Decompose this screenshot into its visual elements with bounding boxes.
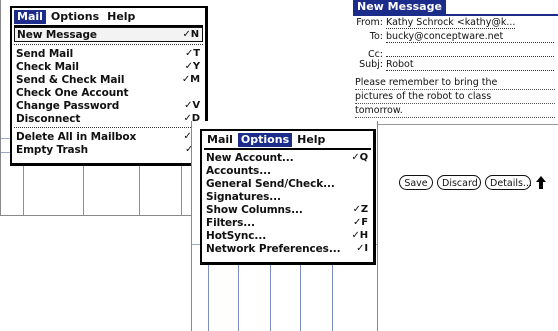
menubar: Mail Options Help bbox=[12, 8, 205, 25]
message-body[interactable]: Please remember to bring the pictures of… bbox=[355, 76, 555, 118]
subject-label: Subj: bbox=[359, 59, 383, 70]
discard-button[interactable]: Discard bbox=[437, 175, 481, 190]
menu-item-accounts[interactable]: Accounts... bbox=[204, 164, 371, 177]
shortcut-label: ✓Z bbox=[352, 204, 369, 215]
to-field[interactable]: To: bucky@conceptware.net bbox=[355, 31, 555, 43]
menu-separator bbox=[14, 127, 203, 128]
options-dropdown-menu: Mail Options Help New Account... ✓Q Acco… bbox=[200, 129, 376, 265]
from-label: From: bbox=[356, 17, 383, 28]
new-message-screen: New Message From: Kathy Schrock <kathy@k… bbox=[353, 0, 558, 218]
subject-field[interactable]: Subj: Robot bbox=[355, 59, 555, 71]
from-field[interactable]: From: Kathy Schrock <kathy@k... bbox=[355, 17, 516, 29]
menu-separator bbox=[14, 44, 203, 45]
menu-help[interactable]: Help bbox=[294, 133, 328, 147]
shortcut-label: ✓H bbox=[351, 230, 368, 241]
mail-dropdown-menu: Mail Options Help New Message ✓N Send Ma… bbox=[10, 6, 208, 166]
menu-options[interactable]: Options bbox=[237, 132, 293, 147]
mail-menu-screen: Mail Options Help New Message ✓N Send Ma… bbox=[0, 0, 216, 216]
menu-item-delete-all[interactable]: Delete All in Mailbox ✓O bbox=[14, 130, 203, 143]
shortcut-label: ✓Y bbox=[184, 61, 201, 72]
menu-item-check-mail[interactable]: Check Mail ✓Y bbox=[14, 60, 203, 73]
menu-item-disconnect[interactable]: Disconnect ✓D bbox=[14, 112, 203, 125]
menu-items: New Account... ✓Q Accounts... General Se… bbox=[204, 148, 371, 255]
menu-mail[interactable]: Mail bbox=[204, 133, 236, 147]
shortcut-label: ✓M bbox=[181, 74, 200, 85]
to-value[interactable]: bucky@conceptware.net bbox=[386, 31, 555, 43]
menu-item-general-send-check[interactable]: General Send/Check... bbox=[204, 177, 371, 190]
menu-item-empty-trash[interactable]: Empty Trash ✓E bbox=[14, 143, 203, 156]
body-rule bbox=[353, 124, 558, 125]
menu-item-check-one-account[interactable]: Check One Account bbox=[14, 86, 203, 99]
shortcut-label: ✓Q bbox=[351, 152, 368, 163]
from-value[interactable]: Kathy Schrock <kathy@k... bbox=[386, 17, 516, 29]
menu-item-hotsync[interactable]: HotSync... ✓H bbox=[204, 229, 371, 242]
cc-field[interactable]: Cc: bbox=[355, 45, 555, 60]
save-button[interactable]: Save bbox=[399, 175, 433, 190]
shortcut-label: ✓N bbox=[182, 29, 199, 40]
menu-item-send-mail[interactable]: Send Mail ✓T bbox=[14, 47, 203, 60]
shortcut-label: ✓I bbox=[356, 243, 368, 254]
screen-title: New Message bbox=[353, 0, 446, 14]
menu-options[interactable]: Options bbox=[48, 10, 102, 24]
body-line: Please remember to bring the bbox=[355, 76, 555, 90]
shortcut-label: ✓T bbox=[184, 48, 200, 59]
menu-item-signatures[interactable]: Signatures... bbox=[204, 190, 371, 203]
shortcut-label: ✓V bbox=[184, 100, 200, 111]
menu-item-network-preferences[interactable]: Network Preferences... ✓I bbox=[204, 242, 371, 255]
menubar: Mail Options Help bbox=[202, 131, 373, 148]
subject-value[interactable]: Robot bbox=[386, 59, 555, 71]
shortcut-label: ✓F bbox=[352, 217, 368, 228]
title-rule bbox=[353, 14, 558, 16]
menu-items: New Message ✓N Send Mail ✓T Check Mail ✓… bbox=[14, 25, 203, 156]
options-menu-screen: Mail Options Help New Account... ✓Q Acco… bbox=[191, 121, 378, 331]
body-line: pictures of the robot to class bbox=[355, 90, 555, 104]
menu-item-show-columns[interactable]: Show Columns... ✓Z bbox=[204, 203, 371, 216]
menu-item-filters[interactable]: Filters... ✓F bbox=[204, 216, 371, 229]
menu-item-new-message[interactable]: New Message ✓N bbox=[14, 27, 203, 42]
to-label: To: bbox=[369, 31, 383, 42]
menu-help[interactable]: Help bbox=[104, 10, 138, 24]
menu-item-change-password[interactable]: Change Password ✓V bbox=[14, 99, 203, 112]
details-button[interactable]: Details... bbox=[485, 175, 532, 190]
menu-item-new-account[interactable]: New Account... ✓Q bbox=[204, 151, 371, 164]
arrow-up-icon[interactable] bbox=[536, 176, 546, 189]
menu-item-send-check-mail[interactable]: Send & Check Mail ✓M bbox=[14, 73, 203, 86]
menu-mail[interactable]: Mail bbox=[14, 9, 46, 24]
cc-value[interactable] bbox=[386, 45, 555, 57]
body-line: tomorrow. bbox=[355, 104, 555, 118]
